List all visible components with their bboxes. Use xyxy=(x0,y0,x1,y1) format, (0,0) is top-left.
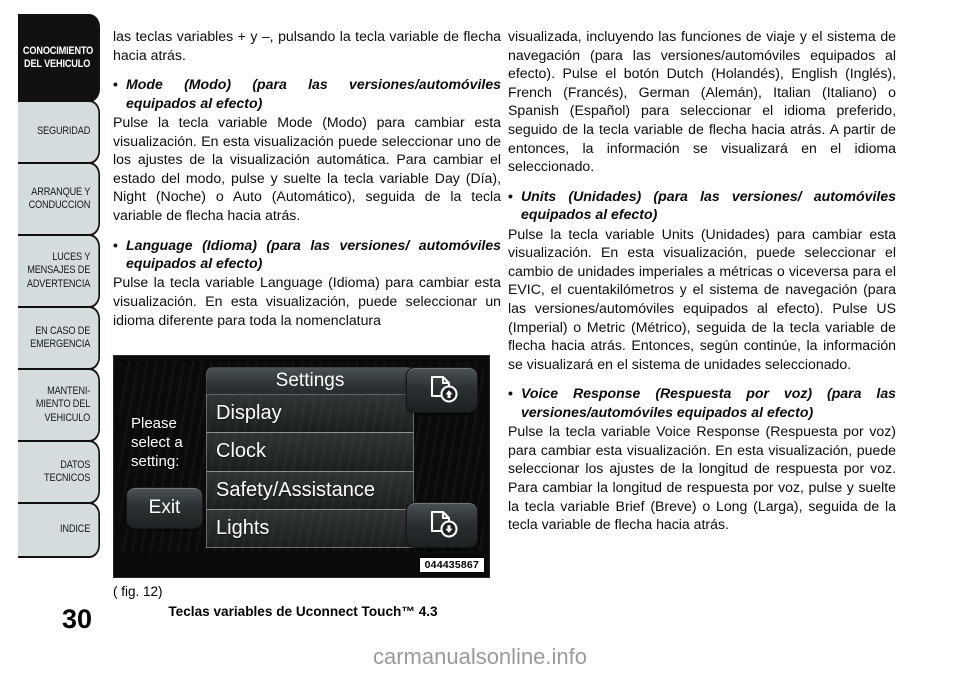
bullet-marker-icon: • xyxy=(508,385,513,402)
bullet-heading-text: Voice Response (Respuesta por voz) (para… xyxy=(521,385,896,420)
bullet-marker-icon: • xyxy=(508,187,513,204)
bullet-heading-units: • Units (Unidades) (para las versiones/ … xyxy=(508,187,896,224)
paragraph-units-body: Pulse la tecla variable Units (Unidades)… xyxy=(508,225,896,372)
page-up-icon xyxy=(430,375,458,403)
sidebar-item-label: MANTENI- MIENTO DEL VEHICULO xyxy=(35,385,91,424)
figure-uconnect-touch: Please select a setting: Exit Settings D… xyxy=(113,355,490,578)
paragraph-language-body: Pulse la tecla variable Language (Idioma… xyxy=(113,274,501,328)
uconnect-touchscreen: Please select a setting: Exit Settings D… xyxy=(119,362,484,553)
sidebar-item-indice[interactable]: INDICE xyxy=(18,502,100,558)
sidebar-item-label: CONOCIMIENTO DEL VEHICULO xyxy=(22,44,94,70)
menu-item-lights[interactable]: Lights xyxy=(206,509,414,548)
select-setting-prompt: Please select a setting: xyxy=(131,415,183,470)
bullet-heading-language: • Language (Idioma) (para las versiones/… xyxy=(113,236,501,273)
sidebar-item-label: DATOS TECNICOS xyxy=(44,458,91,484)
bullet-heading-text: Mode (Modo) (para las versiones/automóvi… xyxy=(126,76,501,111)
page-down-button[interactable] xyxy=(406,502,478,548)
sidebar-item-label: ARRANQUE Y CONDUCCION xyxy=(28,185,91,211)
settings-menu-list: Settings Display Clock Safety/Assistance… xyxy=(206,367,414,548)
paragraph-intro: las teclas variables + y –, pulsando la … xyxy=(113,28,501,63)
site-watermark: carmanualsonline.info xyxy=(372,644,588,669)
bullet-marker-icon: • xyxy=(113,236,118,253)
sidebar-item-seguridad[interactable]: SEGURIDAD xyxy=(18,100,100,164)
left-text-column: las teclas variables + y –, pulsando la … xyxy=(113,27,501,329)
bullet-heading-voice-response: • Voice Response (Respuesta por voz) (pa… xyxy=(508,384,896,421)
sidebar-item-conocimiento-del-vehiculo[interactable]: CONOCIMIENTO DEL VEHICULO xyxy=(18,14,100,102)
sidebar-item-arranque-y-conduccion[interactable]: ARRANQUE Y CONDUCCION xyxy=(18,162,100,236)
bullet-heading-mode: • Mode (Modo) (para las versiones/automó… xyxy=(113,75,501,112)
sidebar-item-mantenimiento-del-vehiculo[interactable]: MANTENI- MIENTO DEL VEHICULO xyxy=(18,368,100,442)
figure-caption: Teclas variables de Uconnect Touch™ 4.3 xyxy=(168,604,438,619)
sidebar-navigation: CONOCIMIENTO DEL VEHICULO SEGURIDAD ARRA… xyxy=(0,14,100,558)
menu-item-clock[interactable]: Clock xyxy=(206,433,414,472)
sidebar-item-label: LUCES Y MENSAJES DE ADVERTENCIA xyxy=(26,251,91,290)
figure-code: 044435867 xyxy=(418,557,485,573)
right-text-column: visualizada, incluyendo las funciones de… xyxy=(508,27,896,534)
paragraph-voice-response-body: Pulse la tecla variable Voice Response (… xyxy=(508,423,896,533)
sidebar-item-label: SEGURIDAD xyxy=(37,125,91,138)
figure-frame: Please select a setting: Exit Settings D… xyxy=(113,355,490,578)
page-down-icon xyxy=(430,510,458,538)
settings-menu-title: Settings xyxy=(206,367,414,395)
paragraph-mode-body: Pulse la tecla variable Mode (Modo) para… xyxy=(113,114,501,223)
sidebar-item-label: EN CASO DE EMERGENCIA xyxy=(30,324,91,350)
bullet-heading-text: Language (Idioma) (para las versiones/ a… xyxy=(126,236,501,271)
page-number: 30 xyxy=(62,604,93,634)
sidebar-item-datos-tecnicos[interactable]: DATOS TECNICOS xyxy=(18,440,100,504)
sidebar-item-en-caso-de-emergencia[interactable]: EN CASO DE EMERGENCIA xyxy=(18,306,100,370)
bullet-marker-icon: • xyxy=(113,76,118,93)
sidebar-item-label: INDICE xyxy=(60,523,91,536)
figure-reference: ( fig. 12) xyxy=(113,584,163,599)
paragraph-intro: visualizada, incluyendo las funciones de… xyxy=(508,28,896,175)
exit-button[interactable]: Exit xyxy=(126,487,203,529)
bullet-heading-text: Units (Unidades) (para las versiones/ au… xyxy=(521,187,896,223)
page-up-button[interactable] xyxy=(406,367,478,413)
sidebar-item-luces-y-mensajes-de-advertencia[interactable]: LUCES Y MENSAJES DE ADVERTENCIA xyxy=(18,234,100,308)
menu-item-safety-assistance[interactable]: Safety/Assistance xyxy=(206,471,414,510)
menu-item-display[interactable]: Display xyxy=(206,395,414,434)
